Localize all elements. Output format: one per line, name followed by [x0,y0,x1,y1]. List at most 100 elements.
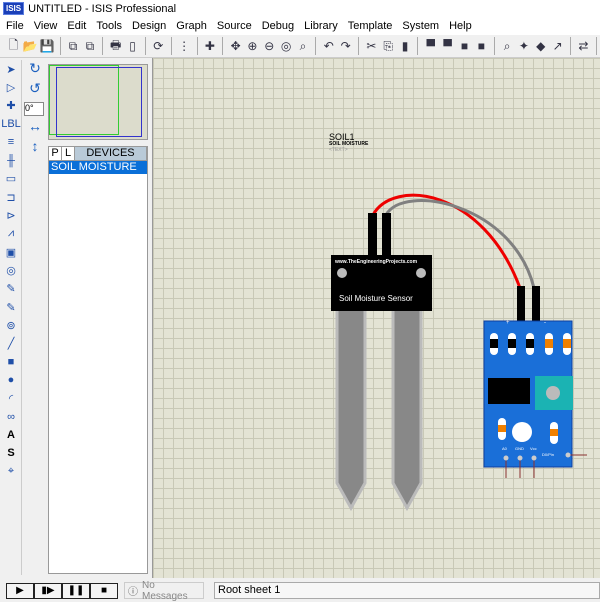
overview-window[interactable] [48,64,148,140]
pick-tab[interactable]: P [49,147,62,160]
text-script-tool-icon[interactable]: ≡ [2,133,20,151]
messages-text: No Messages [142,579,188,602]
soil-moisture-sensor[interactable] [153,58,600,578]
open-folder-icon[interactable]: 📂 [23,38,38,54]
comparator-ic [488,378,530,404]
marker-tool-icon[interactable]: ⌖ [2,463,20,481]
stop-button[interactable]: ■ [90,582,118,599]
menu-help[interactable]: Help [445,20,478,32]
menu-file[interactable]: File [2,20,30,32]
print-area-icon[interactable]: ▯ [125,38,140,54]
schematic-canvas[interactable]: SOIL1 SOIL MOISTURE <TEXT> www.TheEngine… [152,58,600,578]
menu-system[interactable]: System [398,20,445,32]
menu-design[interactable]: Design [128,20,172,32]
menu-debug[interactable]: Debug [258,20,300,32]
zoom-in-icon[interactable]: ⊕ [245,38,260,54]
toolbar-separator [222,37,224,55]
toolbar-separator [315,37,317,55]
tape-tool-icon[interactable]: ▣ [2,243,20,261]
component-tool-icon[interactable]: ▷ [2,78,20,96]
mirror-vertical-icon[interactable]: ↕ [23,138,47,158]
new-file-icon[interactable]: 🗋 [6,38,21,54]
copy-icon[interactable]: ⎘ [381,38,396,54]
pan-icon[interactable]: ✥ [228,38,243,54]
menu-tools[interactable]: Tools [92,20,128,32]
packaging-icon[interactable]: ◆ [533,38,548,54]
virtual-instrument-tool-icon[interactable]: ⊚ [2,316,20,334]
sensor-label: Soil Moisture Sensor [339,294,413,303]
current-probe-tool-icon[interactable]: ✎ [2,298,20,316]
toolbar-separator [59,37,61,55]
pin-gnd: GND [515,446,524,451]
text-tool-icon[interactable]: A [2,426,20,444]
origin-icon[interactable]: ✚ [202,38,217,54]
toolbar-separator [102,37,104,55]
messages-panel[interactable]: ⓘ No Messages [124,579,204,602]
window-title: UNTITLED - ISIS Professional [28,2,177,15]
menu-graph[interactable]: Graph [172,20,213,32]
block-rotate-icon[interactable]: ■ [457,38,472,54]
voltage-probe-tool-icon[interactable]: ✎ [2,280,20,298]
device-selector: P L DEVICES SOIL MOISTURE [48,146,148,574]
device-pins-tool-icon[interactable]: ⊳ [2,206,20,224]
rotate-ccw-icon[interactable]: ↺ [23,80,47,100]
menu-source[interactable]: Source [213,20,258,32]
print-icon[interactable]: 🖶 [108,38,123,54]
menu-view[interactable]: View [30,20,64,32]
pick-device-icon[interactable]: ⌕ [500,38,515,54]
make-device-icon[interactable]: ✦ [517,38,532,54]
step-button[interactable]: ▮▶ [34,582,62,599]
toolbar-separator [417,37,419,55]
undo-icon[interactable]: ↶ [321,38,336,54]
box-tool-icon[interactable]: ■ [2,353,20,371]
netlist-icon[interactable]: ⇄ [576,38,591,54]
devices-header: DEVICES [75,147,147,160]
pause-button[interactable]: ❚❚ [62,582,90,599]
zoom-all-icon[interactable]: ◎ [279,38,294,54]
play-button[interactable]: ▶ [6,582,34,599]
menu-edit[interactable]: Edit [63,20,92,32]
symbol-tool-icon[interactable]: S [2,444,20,462]
bus-tool-icon[interactable]: ╫ [2,151,20,169]
terminal-tool-icon[interactable]: ⊐ [2,188,20,206]
title-bar: ISIS UNTITLED - ISIS Professional [0,0,600,17]
zoom-out-icon[interactable]: ⊖ [262,38,277,54]
block-move-icon[interactable]: ▀ [440,38,455,54]
subcircuit-tool-icon[interactable]: ▭ [2,170,20,188]
import-icon[interactable]: ⧉ [66,38,81,54]
paste-icon[interactable]: ▮ [398,38,413,54]
path-tool-icon[interactable]: ∞ [2,408,20,426]
angle-input[interactable]: 0° [24,102,44,116]
menu-library[interactable]: Library [300,20,344,32]
app-logo: ISIS [3,2,25,15]
grid-icon[interactable]: ⋮ [177,38,192,54]
decompose-icon[interactable]: ↗ [550,38,565,54]
rotate-cw-icon[interactable]: ↻ [23,60,47,80]
junction-tool-icon[interactable]: ✚ [2,97,20,115]
generator-tool-icon[interactable]: ◎ [2,261,20,279]
block-copy-icon[interactable]: ▀ [423,38,438,54]
selection-tool-icon[interactable]: ➤ [2,60,20,78]
cut-icon[interactable]: ✂ [364,38,379,54]
pin-d0: D0/Pin [542,452,555,457]
mirror-horizontal-icon[interactable]: ↔ [23,118,47,138]
library-tab[interactable]: L [62,147,75,160]
plus-label: + [506,320,510,326]
line-tool-icon[interactable]: ╱ [2,334,20,352]
graph-tool-icon[interactable]: ⩘ [2,225,20,243]
circle-tool-icon[interactable]: ● [2,371,20,389]
device-item[interactable]: SOIL MOISTURE [49,161,147,174]
refresh-icon[interactable]: ⟳ [151,38,166,54]
save-icon[interactable]: 💾 [40,38,55,54]
redo-icon[interactable]: ↷ [338,38,353,54]
arc-tool-icon[interactable]: ◜ [2,389,20,407]
wire-label-tool-icon[interactable]: LBL [1,115,21,133]
toolbar-separator [358,37,359,55]
export-icon[interactable]: ⧉ [83,38,98,54]
overview-view[interactable] [56,67,142,137]
block-delete-icon[interactable]: ■ [474,38,489,54]
menu-template[interactable]: Template [344,20,399,32]
status-bar: ▶ ▮▶ ❚❚ ■ ⓘ No Messages Root sheet 1 [0,579,600,602]
zoom-area-icon[interactable]: ⌕ [296,38,311,54]
menu-bar: File View Edit Tools Design Graph Source Debug L… [0,17,600,35]
